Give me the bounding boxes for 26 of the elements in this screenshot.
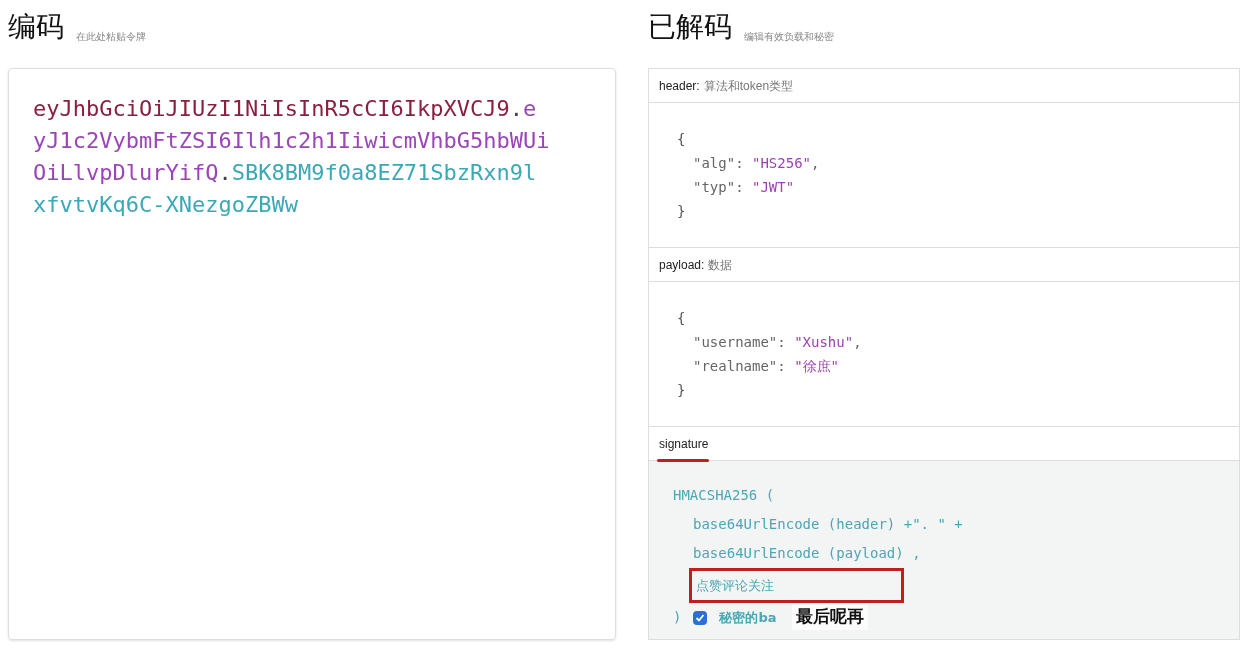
- code-line: "username": "Xushu",: [693, 333, 862, 352]
- code-line: "typ": "JWT": [693, 178, 795, 197]
- code-line: ): [673, 608, 682, 627]
- code-brace: }: [677, 202, 686, 221]
- video-subtitle: 最后呢再: [792, 604, 868, 630]
- code-brace: {: [677, 130, 686, 149]
- section-hint: 在此处粘贴令牌: [76, 30, 146, 44]
- code-line: HMACSHA256 (: [673, 486, 775, 505]
- section-title: 已解码: [648, 10, 732, 44]
- code-line: base64UrlEncode (payload) ,: [693, 544, 921, 563]
- section-label: payload:: [659, 256, 705, 274]
- section-hint: 数据: [708, 256, 733, 274]
- code-line: "realname": "徐庶": [693, 357, 839, 376]
- code-line: "alg": "HS256",: [693, 154, 820, 173]
- section-hint: 编辑有效负载和秘密: [744, 30, 834, 44]
- code-brace: {: [677, 309, 686, 328]
- section-label: signature: [659, 435, 709, 453]
- checkmark-icon: [695, 612, 706, 623]
- encoded-token-field[interactable]: eyJhbGciOiJIUzI1NiIsInR5cCI6IkpXVCJ9.eyJ1c2VybmFtZSI6Ilh1c2h1IiwicmVhbG5hbWUiOiLlvpDlurYifQ.SBK8BM9f0a8EZ71SbzRxn9lxfvtvKq6C-XNezgoZBWw: [8, 68, 616, 640]
- section-hint: 算法和token类型: [703, 77, 794, 95]
- code-brace: }: [677, 381, 686, 400]
- section-title: 编码: [8, 10, 64, 44]
- code-line: base64UrlEncode (header) +". " +: [693, 515, 963, 534]
- checkbox[interactable]: [693, 610, 708, 625]
- checkbox-label: 秘密的ba: [719, 609, 777, 627]
- section-label: header:: [659, 77, 700, 95]
